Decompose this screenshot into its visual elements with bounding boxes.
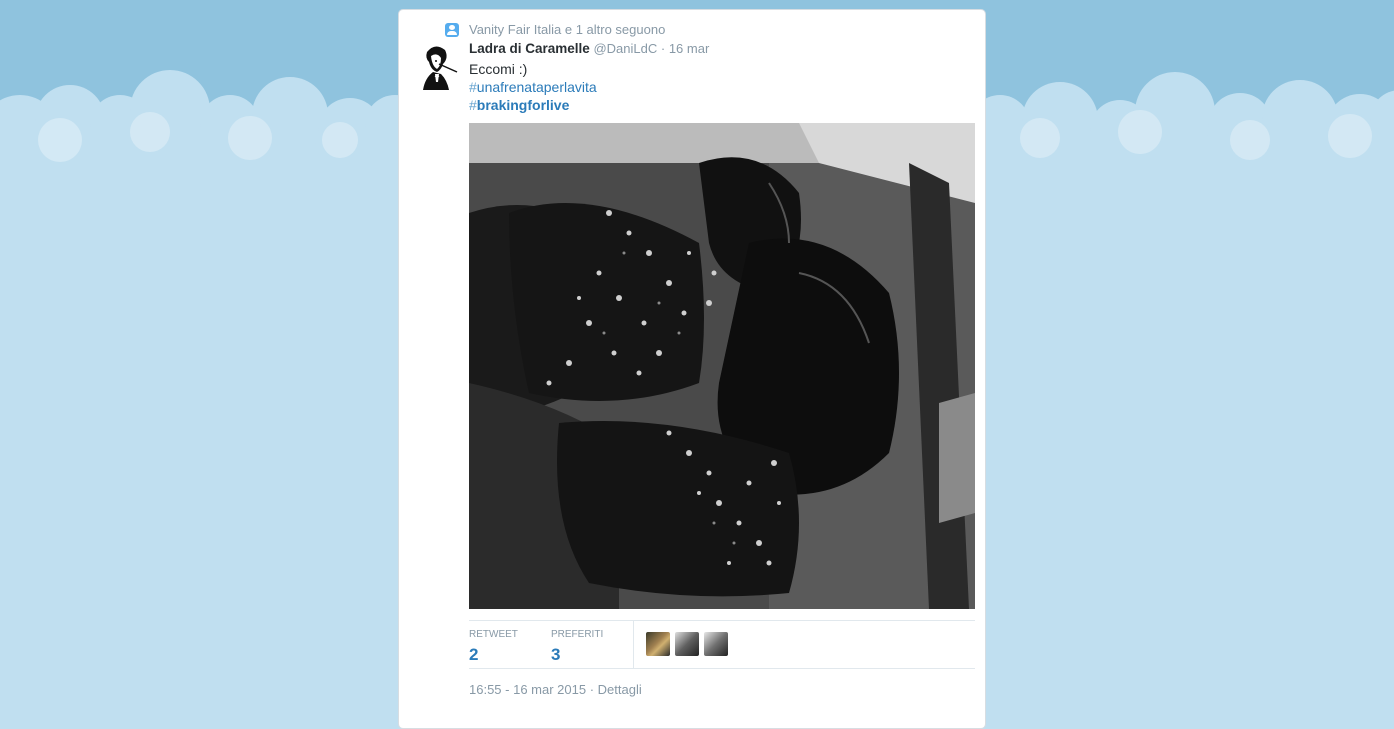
- header-separator: ·: [660, 41, 666, 56]
- tweet-stats: RETWEET 2 PREFERITI 3: [469, 620, 975, 669]
- avatar[interactable]: [646, 632, 670, 656]
- social-context[interactable]: Vanity Fair Italia e 1 altro seguono: [445, 22, 665, 37]
- tweet-meta: 16:55 - 16 mar 2015 · Dettagli: [469, 682, 642, 697]
- tweet-text: Eccomi :) #unafrenataperlavita #brakingf…: [469, 60, 597, 114]
- avatar[interactable]: [675, 632, 699, 656]
- hashtag-symbol: #: [469, 79, 477, 95]
- retweet-label: RETWEET: [469, 629, 518, 640]
- stats-divider: [633, 621, 634, 668]
- meta-separator: ·: [589, 682, 595, 697]
- favorite-stat[interactable]: PREFERITI 3: [551, 629, 603, 665]
- avatar[interactable]: [413, 42, 461, 90]
- tweet-header: Ladra di Caramelle @DaniLdC · 16 mar: [469, 41, 709, 56]
- tweet-card: Vanity Fair Italia e 1 altro seguono Lad…: [398, 9, 986, 729]
- social-context-text: Vanity Fair Italia e 1 altro seguono: [469, 22, 666, 37]
- tweet-timestamp[interactable]: 16:55 - 16 mar 2015: [469, 682, 586, 697]
- avatar[interactable]: [704, 632, 728, 656]
- favorite-count: 3: [551, 645, 561, 664]
- hashtag-text: brakingforlive: [476, 97, 570, 113]
- boots-photo: [469, 123, 975, 609]
- hashtag-link[interactable]: #brakingforlive: [469, 96, 597, 114]
- tweet-body: Eccomi :): [469, 61, 528, 77]
- author-name[interactable]: Ladra di Caramelle: [469, 41, 590, 56]
- tweet-date[interactable]: 16 mar: [669, 41, 709, 56]
- favoriter-avatars: [646, 632, 733, 656]
- details-link[interactable]: Dettagli: [598, 682, 642, 697]
- author-handle[interactable]: @DaniLdC: [593, 41, 657, 56]
- hashtag-link[interactable]: #unafrenataperlavita: [469, 78, 597, 96]
- avatar-image: [413, 42, 461, 90]
- retweet-count: 2: [469, 645, 479, 664]
- hashtag-symbol: #: [469, 97, 477, 113]
- hashtag-text: unafrenataperlavita: [476, 79, 597, 95]
- favorite-label: PREFERITI: [551, 629, 604, 640]
- follower-icon: [445, 22, 459, 37]
- retweet-stat[interactable]: RETWEET 2: [469, 629, 518, 665]
- tweet-photo[interactable]: [469, 123, 975, 609]
